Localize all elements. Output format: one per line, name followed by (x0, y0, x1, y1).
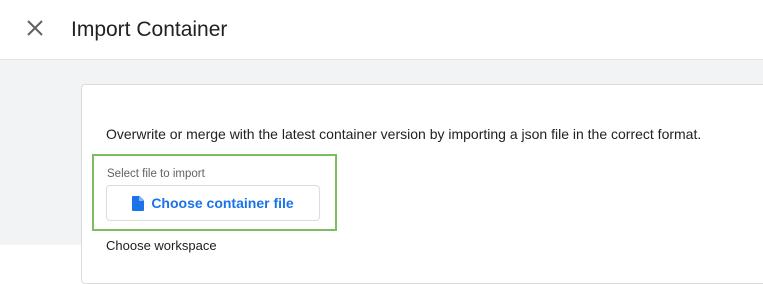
dialog-header: Import Container (0, 0, 763, 60)
choose-container-file-button[interactable]: Choose container file (106, 185, 320, 221)
file-select-label: Select file to import (107, 168, 205, 180)
page-title: Import Container (71, 18, 228, 41)
choose-workspace-label: Choose workspace (106, 238, 217, 253)
import-description: Overwrite or merge with the latest conta… (106, 126, 702, 142)
close-icon (27, 20, 43, 36)
choose-container-file-label: Choose container file (151, 195, 294, 211)
file-icon (132, 195, 145, 211)
close-button[interactable] (22, 15, 48, 41)
